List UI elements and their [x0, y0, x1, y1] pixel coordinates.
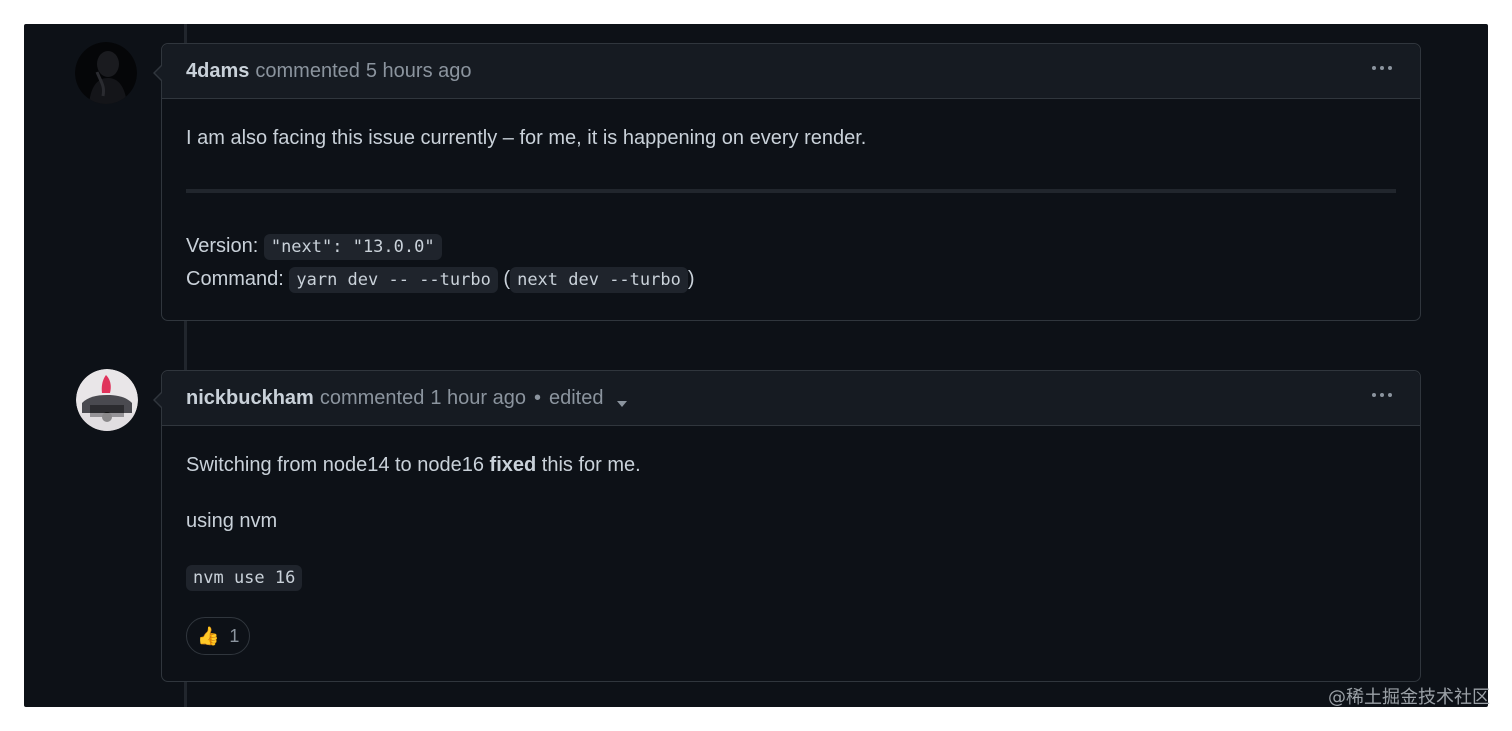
avatar-4dams[interactable]	[75, 42, 137, 104]
avatar-image	[76, 369, 138, 431]
comment-text: I am also facing this issue currently – …	[186, 127, 867, 149]
comment-card: 4dams commented 5 hours ago I am also fa…	[153, 43, 1421, 321]
version-code: "next": "13.0.0"	[263, 234, 442, 260]
paren-close: )	[687, 268, 695, 290]
chevron-down-icon	[617, 400, 628, 407]
command-code: yarn dev -- --turbo	[289, 267, 498, 293]
avatar-image	[75, 42, 137, 104]
command-line: Command: yarn dev -- --turbo (next dev -…	[186, 264, 1396, 295]
comment-action: commented	[255, 59, 360, 82]
watermark: @稀土掘金技术社区	[1328, 687, 1490, 708]
command-alt-code: next dev --turbo	[510, 267, 688, 293]
thumbs-up-icon: 👍	[197, 626, 220, 646]
command-label: Command:	[186, 268, 284, 290]
nvm-code: nvm use 16	[186, 565, 303, 591]
version-line: Version: "next": "13.0.0"	[186, 231, 1396, 262]
line1-before: Switching from node14 to node16	[186, 454, 490, 476]
line1-bold: fixed	[489, 454, 537, 476]
thumbs-up-reaction-button[interactable]: 👍 1	[186, 617, 251, 655]
comment-timestamp-link[interactable]: 1 hour ago	[430, 387, 526, 410]
divider	[186, 189, 1396, 193]
edited-label: edited	[548, 386, 604, 409]
comment-author-link[interactable]: 4dams	[186, 60, 249, 83]
issue-timeline: 4dams commented 5 hours ago I am also fa…	[24, 24, 1488, 707]
kebab-menu-icon[interactable]	[1372, 66, 1392, 70]
comment-action: commented	[319, 386, 425, 409]
comment-card: nickbuckham commented 1 hour ago • edite…	[153, 370, 1421, 682]
comment-author-link[interactable]: nickbuckham	[186, 387, 314, 410]
edited-history-button[interactable]: edited	[549, 387, 628, 410]
comment-timestamp-link[interactable]: 5 hours ago	[366, 60, 472, 83]
avatar-nickbuckham[interactable]	[76, 369, 138, 431]
line1-after: this for me.	[536, 454, 641, 476]
comment-header: nickbuckham commented 1 hour ago • edite…	[162, 371, 1420, 426]
comment-body: I am also facing this issue currently – …	[162, 123, 1420, 295]
kebab-menu-icon[interactable]	[1372, 393, 1392, 397]
comment-code-line: nvm use 16	[186, 562, 1396, 593]
comment-body: Switching from node14 to node16 fixed th…	[162, 450, 1420, 655]
version-label: Version:	[186, 235, 259, 257]
comment-arrow	[153, 64, 163, 82]
comment-line-2: using nvm	[186, 510, 278, 532]
comment-line-1: Switching from node14 to node16 fixed th…	[186, 450, 1396, 480]
reaction-count: 1	[229, 626, 240, 646]
reactions: 👍 1	[186, 617, 1396, 655]
comment-arrow	[153, 391, 163, 409]
comment-header: 4dams commented 5 hours ago	[162, 44, 1420, 99]
edited-separator: •	[533, 386, 541, 409]
